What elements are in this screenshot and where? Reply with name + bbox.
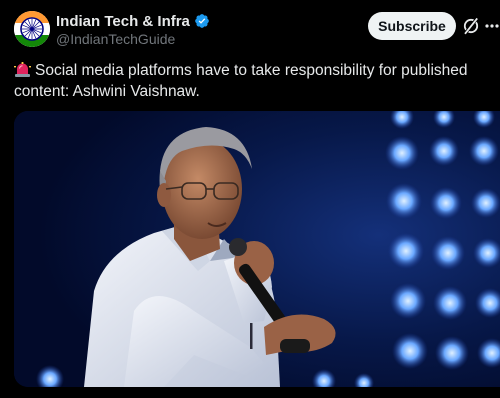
subscribe-button[interactable]: Subscribe — [368, 12, 456, 40]
tweet-card: Indian Tech & Infra @IndianTechGuide Sub… — [0, 0, 500, 398]
verified-badge-icon — [195, 14, 209, 28]
speaker-photo — [14, 111, 500, 387]
author-avatar[interactable] — [14, 11, 50, 47]
author-name-row: Indian Tech & Infra — [56, 12, 210, 30]
rotating-light-siren-icon — [14, 62, 31, 77]
author-display-name[interactable]: Indian Tech & Infra — [56, 13, 190, 30]
author-handle[interactable]: @IndianTechGuide — [56, 31, 175, 47]
more-options-icon[interactable] — [484, 16, 500, 36]
tweet-text: Social media platforms have to take resp… — [14, 60, 490, 102]
tweet-body: Social media platforms have to take resp… — [14, 62, 468, 100]
indian-flag-avatar-icon — [14, 11, 50, 47]
tweet-media-photo[interactable] — [14, 111, 500, 387]
grok-icon[interactable] — [461, 16, 481, 36]
